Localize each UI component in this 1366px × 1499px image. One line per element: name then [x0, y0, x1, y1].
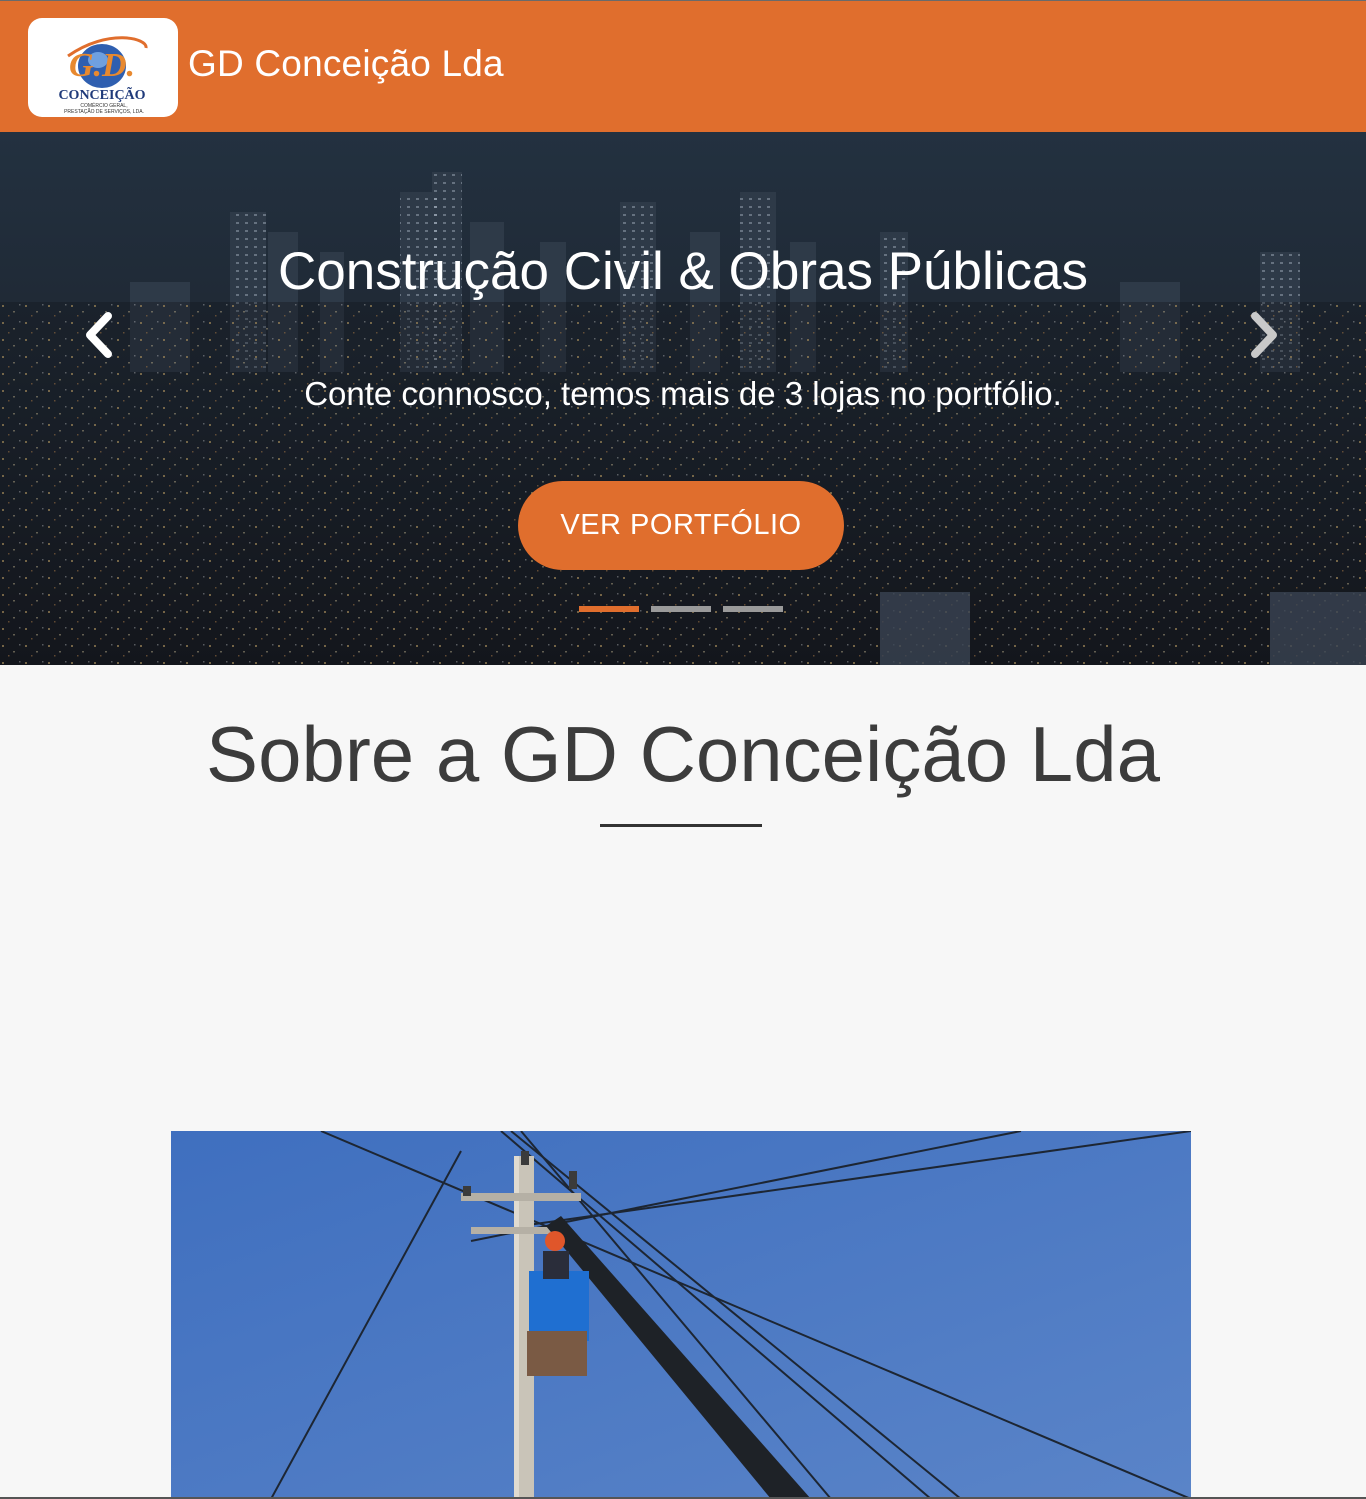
logo-mark: G.D. [69, 47, 135, 84]
heading-divider [600, 824, 762, 827]
hero-carousel: Construção Civil & Obras Públicas Conte … [0, 132, 1366, 665]
carousel-prev-button[interactable] [80, 310, 120, 360]
about-heading: Sobre a GD Conceição Lda [206, 710, 1160, 798]
carousel-indicator-2[interactable] [651, 606, 711, 612]
carousel-indicator-1[interactable] [579, 606, 639, 612]
logo-image: G.D. CONCEIÇÃO COMÉRCIO GERAL, PRESTAÇÃO… [58, 36, 148, 115]
company-logo[interactable]: G.D. CONCEIÇÃO COMÉRCIO GERAL, PRESTAÇÃO… [28, 18, 178, 117]
about-photo [171, 1131, 1191, 1499]
chevron-left-icon [86, 312, 112, 358]
carousel-indicators [579, 606, 789, 616]
carousel-indicator-3[interactable] [723, 606, 783, 612]
logo-tagline: PRESTAÇÃO DE SERVIÇOS, LDA. [64, 108, 144, 115]
chevron-right-icon [1251, 312, 1277, 358]
portfolio-button[interactable]: VER PORTFÓLIO [518, 481, 844, 570]
hero-subtitle: Conte connosco, temos mais de 3 lojas no… [304, 375, 1062, 412]
electrician-photo [171, 1131, 1191, 1499]
carousel-next-button[interactable] [1243, 310, 1283, 360]
logo-name: CONCEIÇÃO [58, 85, 145, 103]
site-header: G.D. CONCEIÇÃO COMÉRCIO GERAL, PRESTAÇÃO… [0, 0, 1366, 132]
logo-tagline: COMÉRCIO GERAL, [80, 102, 127, 109]
brand-name[interactable]: GD Conceição Lda [188, 41, 504, 87]
hero-title: Construção Civil & Obras Públicas [277, 242, 1089, 301]
